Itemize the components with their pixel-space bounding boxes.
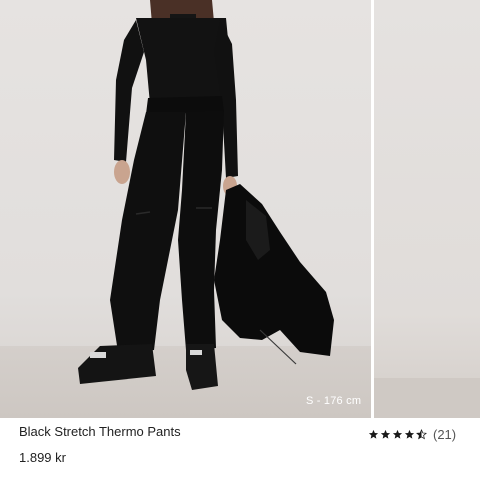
model-size-caption: S - 176 cm — [306, 395, 362, 407]
product-rating[interactable]: (21) — [368, 426, 456, 442]
product-image-carousel[interactable]: S - 176 cm — [0, 0, 480, 418]
model-photo — [78, 0, 334, 390]
rating-stars — [368, 428, 427, 440]
product-image-main[interactable] — [0, 0, 371, 418]
product-image-next[interactable] — [374, 0, 480, 418]
star-half-icon — [416, 428, 427, 439]
product-price: 1.899 kr — [19, 450, 66, 465]
product-title[interactable]: Black Stretch Thermo Pants — [19, 424, 181, 439]
studio-floor-next — [374, 378, 480, 418]
review-count[interactable]: (21) — [433, 427, 456, 442]
star-full-icon — [404, 429, 415, 439]
star-full-icon — [368, 429, 379, 439]
star-full-icon — [380, 429, 391, 439]
star-full-icon — [392, 429, 403, 439]
